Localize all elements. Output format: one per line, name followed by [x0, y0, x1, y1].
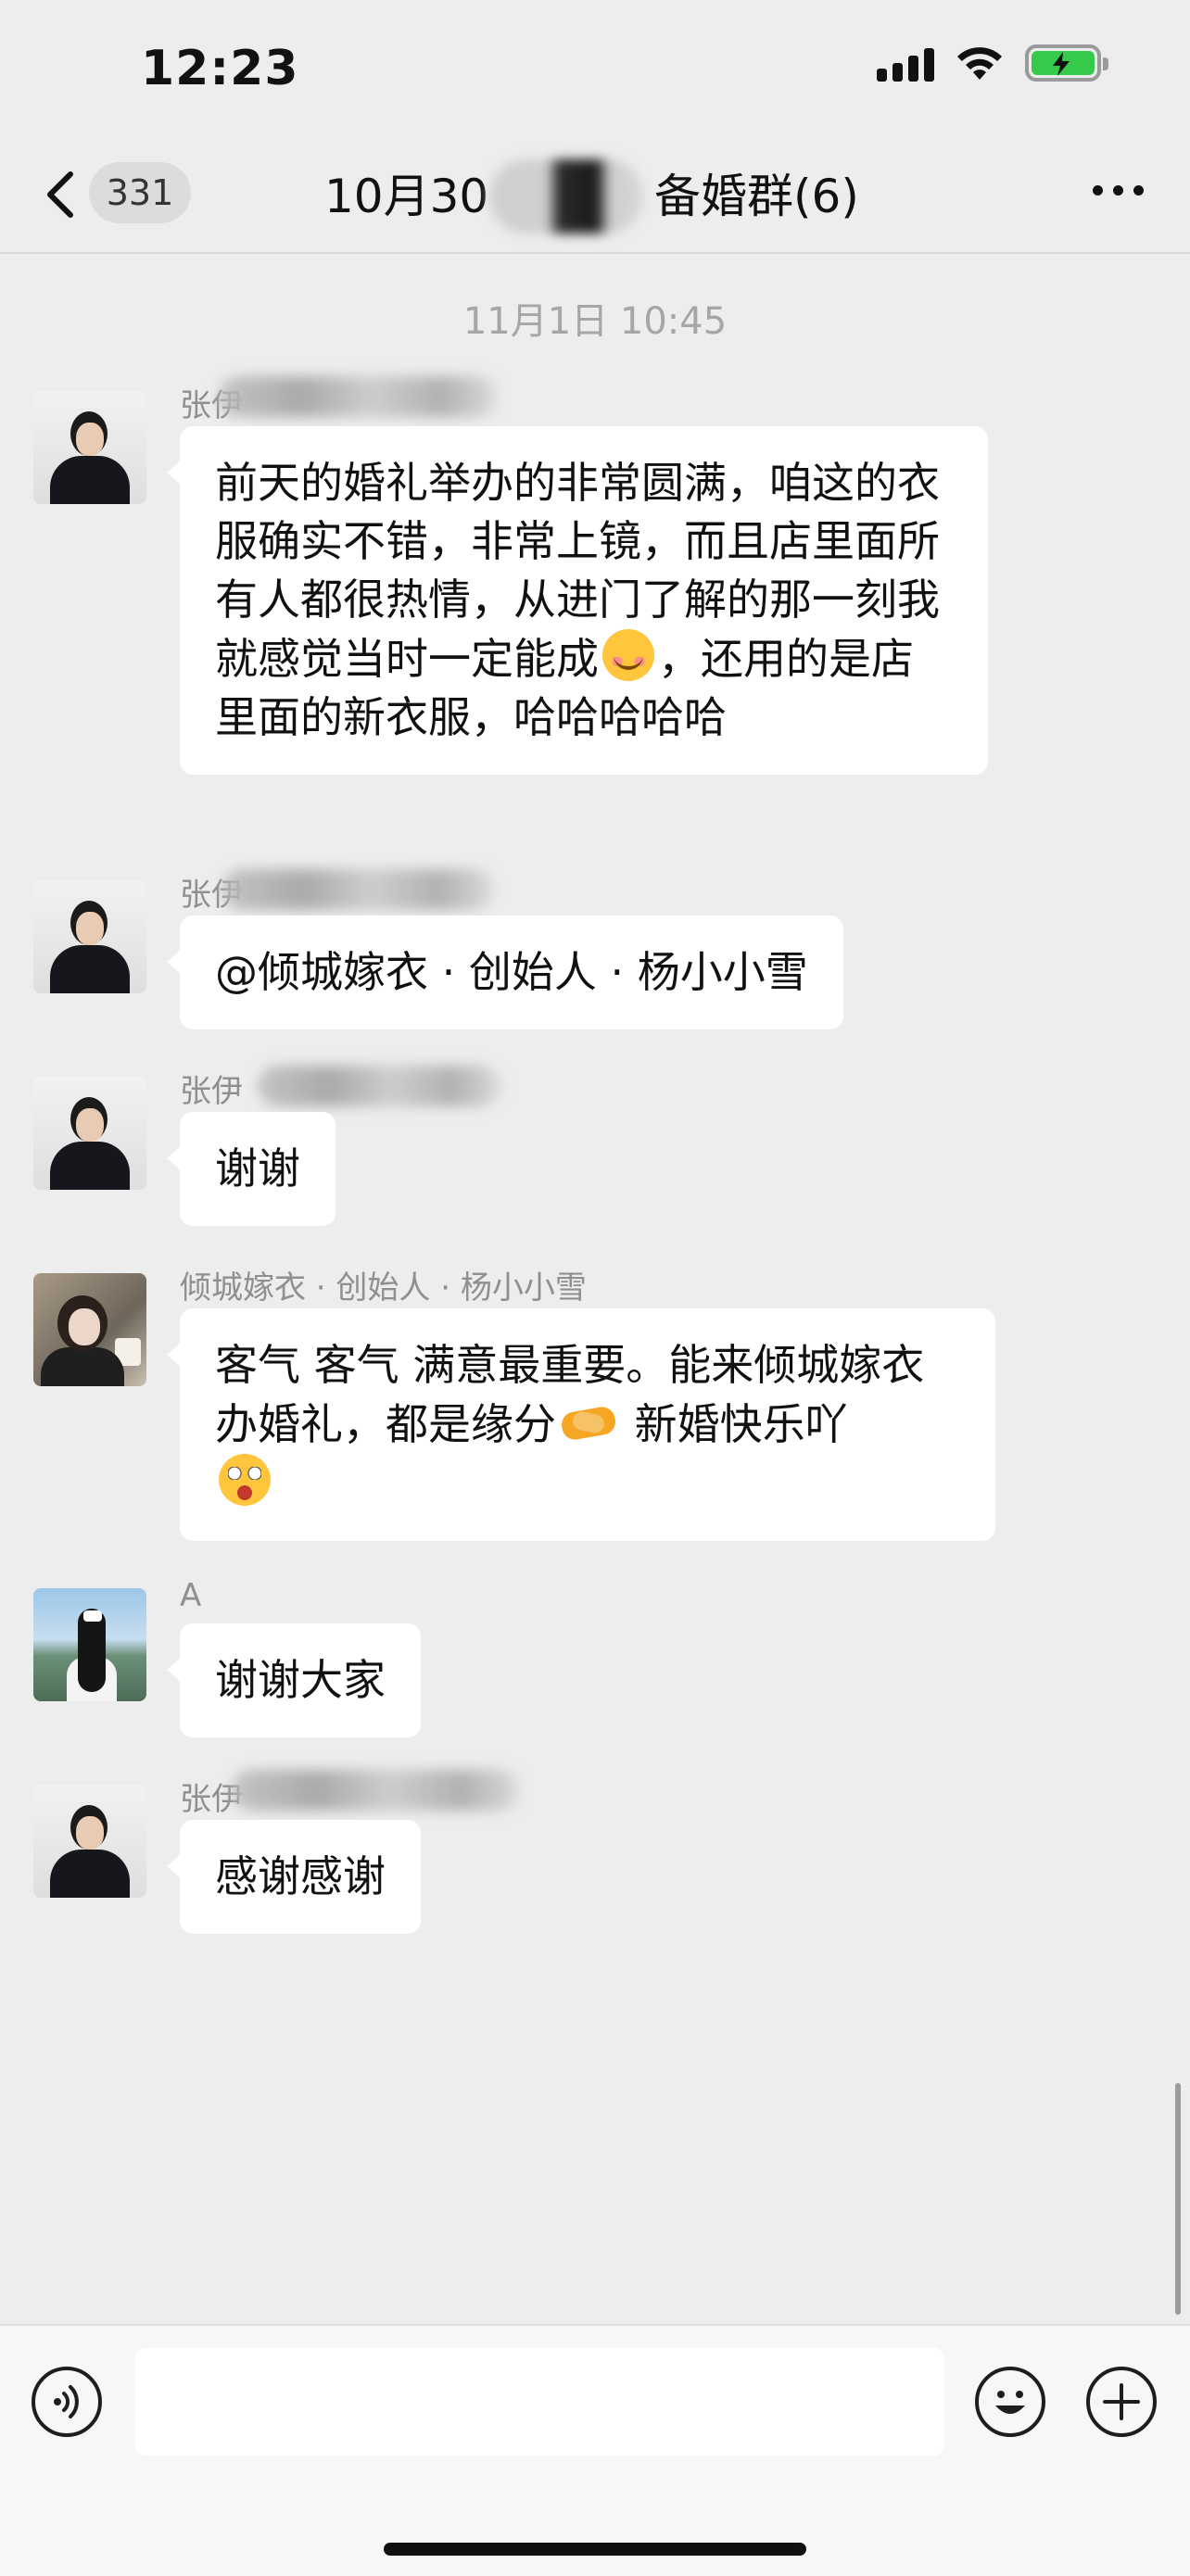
- chat-title-prefix: 10月30: [324, 170, 489, 223]
- avatar[interactable]: [33, 880, 146, 993]
- sender-name: A: [180, 1577, 202, 1614]
- avatar[interactable]: [33, 391, 146, 504]
- chat-header: 331 10月30 备婚群(6): [0, 139, 1190, 254]
- redacted-name: [232, 1770, 519, 1811]
- message-bubble[interactable]: @倾城嫁衣 · 创始人 · 杨小小雪: [167, 915, 843, 1029]
- redacted-name: [258, 1066, 500, 1106]
- astonished-face-icon: [219, 1454, 271, 1506]
- input-bar: [0, 2324, 1190, 2576]
- plus-icon[interactable]: [1086, 2367, 1157, 2437]
- message-input[interactable]: [135, 2348, 943, 2456]
- handshake-icon: [560, 1395, 617, 1446]
- message-text: @倾城嫁衣 · 创始人 · 杨小小雪: [215, 947, 808, 997]
- more-dots-icon[interactable]: [1093, 185, 1144, 196]
- message-bubble[interactable]: 谢谢大家: [167, 1623, 421, 1737]
- status-bar: 12:23: [0, 0, 1190, 139]
- chevron-left-icon[interactable]: [37, 165, 83, 224]
- redacted-region: [489, 159, 643, 234]
- redacted-name: [219, 376, 497, 417]
- message-timestamp: 11月1日 10:45: [462, 300, 728, 343]
- status-time: 12:23: [141, 41, 299, 96]
- home-indicator: [384, 2543, 806, 2556]
- avatar[interactable]: [33, 1077, 146, 1190]
- sender-name: 倾城嫁衣 · 创始人 · 杨小小雪: [180, 1269, 587, 1307]
- message-bubble[interactable]: 前天的婚礼举办的非常圆满，咱这的衣服确实不错，非常上镜，而且店里面所有人都很热情…: [167, 426, 988, 775]
- message-text: 谢谢大家: [215, 1655, 386, 1705]
- cellular-signal-icon: [877, 44, 934, 82]
- message-bubble[interactable]: 客气 客气 满意最重要。能来倾城嫁衣办婚礼，都是缘分 新婚快乐吖: [167, 1308, 995, 1541]
- sender-name: 张伊: [180, 1073, 243, 1110]
- scrollbar[interactable]: [1175, 2083, 1181, 2315]
- status-icons: [877, 44, 1108, 82]
- voice-icon[interactable]: [32, 2367, 102, 2437]
- relieved-face-icon: [602, 629, 654, 681]
- message-bubble[interactable]: 谢谢: [167, 1112, 335, 1226]
- chat-title-suffix: 备婚群(6): [654, 170, 859, 223]
- avatar[interactable]: [33, 1588, 146, 1701]
- message-text: 感谢感谢: [215, 1851, 386, 1901]
- message-text-cont: 新婚快乐吖: [621, 1399, 848, 1449]
- avatar[interactable]: [33, 1273, 146, 1386]
- wifi-icon: [957, 47, 1002, 80]
- battery-charging-icon: [1025, 44, 1108, 82]
- redacted-name: [222, 869, 493, 910]
- emoji-icon[interactable]: [975, 2367, 1045, 2437]
- message-bubble[interactable]: 感谢感谢: [167, 1820, 421, 1934]
- unread-count-badge[interactable]: 331: [89, 162, 191, 223]
- avatar[interactable]: [33, 1785, 146, 1898]
- message-text: 谢谢: [215, 1143, 300, 1193]
